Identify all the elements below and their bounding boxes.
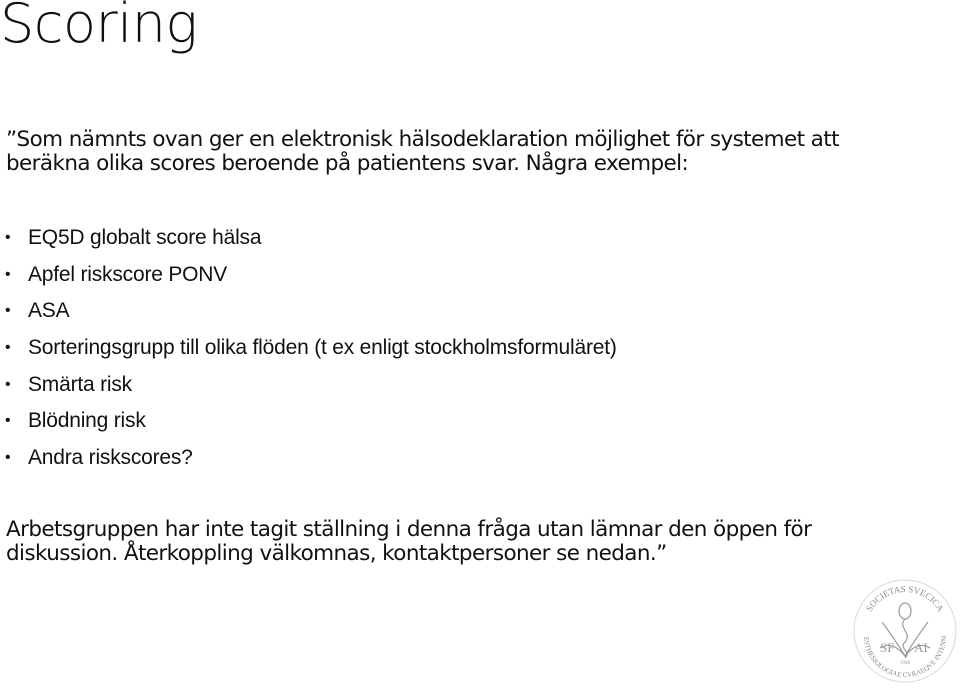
bullet-text: Blödning risk: [28, 409, 146, 433]
seal-year: 1946: [900, 661, 911, 666]
bullet-icon: •: [5, 339, 11, 357]
bullet-icon: •: [5, 302, 11, 320]
intro-line: ”Som nämnts ovan ger en elektronisk häls…: [6, 127, 840, 152]
intro-paragraph: ”Som nämnts ovan ger en elektronisk häls…: [6, 128, 906, 176]
intro-line: beräkna olika scores beroende på patient…: [6, 151, 689, 176]
bullet-icon: •: [5, 375, 11, 393]
closing-line: diskussion. Återkoppling välkomnas, kont…: [6, 541, 667, 566]
bullet-item: • Blödning risk: [0, 403, 617, 440]
bullet-text: EQ5D globalt score hälsa: [28, 226, 262, 249]
bullet-text: ASA: [28, 299, 70, 323]
bullet-icon: •: [5, 412, 11, 430]
society-seal-icon: SOCIETAS SVECICA ANAESTHESIOLOGIAE CVRAE…: [852, 578, 957, 683]
seal-left-letters: SF: [880, 640, 894, 655]
closing-line: Arbetsgruppen har inte tagit ställning i…: [6, 517, 812, 542]
bullet-item: • Andra riskscores?: [0, 440, 617, 477]
bullet-item: • Smärta risk: [0, 367, 617, 404]
bullet-text: Smärta risk: [28, 372, 132, 396]
bullet-list: • EQ5D globalt score hälsa • Apfel risksco…: [0, 220, 617, 477]
bullet-item: • EQ5D globalt score hälsa: [0, 220, 617, 257]
closing-paragraph: Arbetsgruppen har inte tagit ställning i…: [6, 518, 906, 566]
bullet-item: • ASA: [0, 293, 617, 330]
bullet-item: • Sorteringsgrupp till olika flöden (t ex…: [0, 330, 617, 367]
bullet-icon: •: [5, 229, 11, 246]
slide-title: Scoring: [0, 0, 198, 55]
bullet-text: Andra riskscores?: [28, 446, 193, 470]
bullet-icon: •: [5, 449, 11, 467]
bullet-item: • Apfel riskscore PONV: [0, 257, 617, 294]
seal-right-letters: AI: [914, 640, 928, 655]
bullet-text: Apfel riskscore PONV: [28, 262, 228, 286]
bullet-icon: •: [5, 265, 11, 283]
bullet-text: Sorteringsgrupp till olika flöden (t ex …: [28, 336, 617, 360]
